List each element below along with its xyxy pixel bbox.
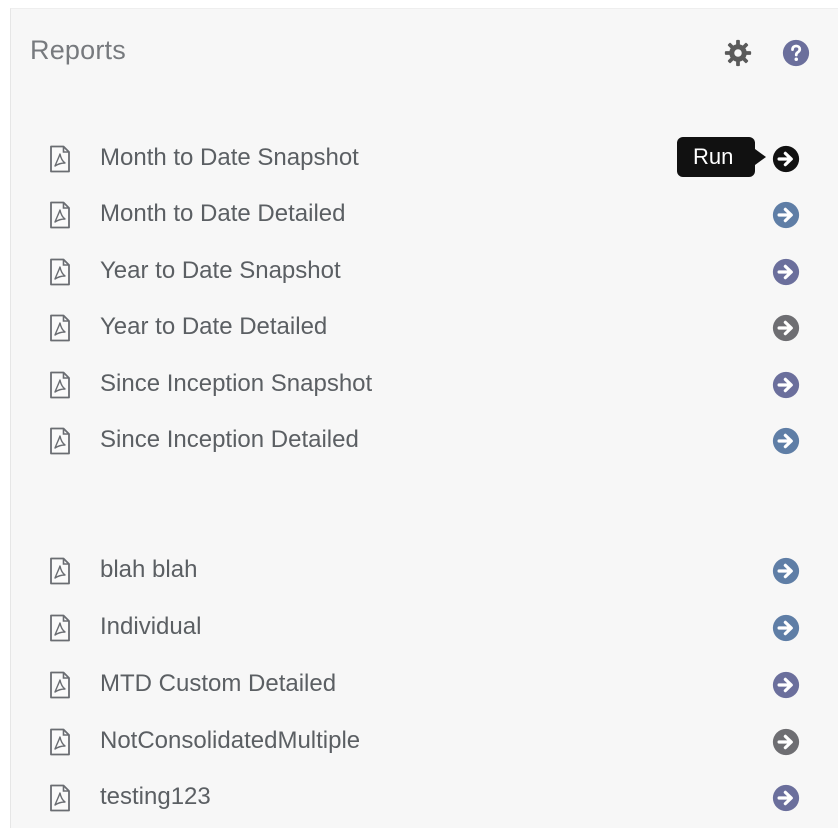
- pdf-document-icon: [48, 371, 72, 399]
- report-label[interactable]: Year to Date Snapshot: [100, 257, 341, 285]
- run-arrow-icon[interactable]: [771, 313, 801, 343]
- report-label[interactable]: MTD Custom Detailed: [100, 670, 336, 698]
- pdf-document-icon: [48, 614, 72, 642]
- run-arrow-icon[interactable]: [771, 727, 801, 757]
- pdf-document-icon: [48, 314, 72, 342]
- report-label[interactable]: Individual: [100, 613, 201, 641]
- run-tooltip: Run: [677, 137, 766, 177]
- report-row[interactable]: Since Inception Detailed: [11, 419, 838, 463]
- report-label[interactable]: Since Inception Snapshot: [100, 370, 372, 398]
- run-arrow-icon[interactable]: [771, 257, 801, 287]
- gear-icon[interactable]: [723, 38, 753, 68]
- run-arrow-icon[interactable]: [771, 144, 801, 174]
- help-icon[interactable]: [781, 38, 811, 68]
- report-row[interactable]: Since Inception Snapshot: [11, 363, 838, 407]
- report-label[interactable]: Since Inception Detailed: [100, 426, 359, 454]
- pdf-document-icon: [48, 671, 72, 699]
- pdf-document-icon: [48, 728, 72, 756]
- pdf-document-icon: [48, 258, 72, 286]
- run-arrow-icon[interactable]: [771, 370, 801, 400]
- report-label[interactable]: Month to Date Detailed: [100, 200, 345, 228]
- report-row[interactable]: MTD Custom Detailed: [11, 663, 838, 707]
- report-row[interactable]: Month to Date Detailed: [11, 193, 838, 237]
- pdf-document-icon: [48, 201, 72, 229]
- pdf-document-icon: [48, 145, 72, 173]
- report-row[interactable]: blah blah: [11, 549, 838, 593]
- run-arrow-icon[interactable]: [771, 426, 801, 456]
- reports-panel: Reports Month to Date Snapshot Run Month t…: [10, 8, 838, 828]
- report-row[interactable]: testing123: [11, 776, 838, 820]
- panel-title: Reports: [30, 35, 126, 65]
- report-row[interactable]: NotConsolidatedMultiple: [11, 720, 838, 764]
- run-arrow-icon[interactable]: [771, 200, 801, 230]
- report-row[interactable]: Year to Date Detailed: [11, 306, 838, 350]
- pdf-document-icon: [48, 784, 72, 812]
- run-arrow-icon[interactable]: [771, 670, 801, 700]
- report-label[interactable]: Year to Date Detailed: [100, 313, 327, 341]
- run-arrow-icon[interactable]: [771, 783, 801, 813]
- pdf-document-icon: [48, 557, 72, 585]
- report-label[interactable]: Month to Date Snapshot: [100, 144, 359, 172]
- pdf-document-icon: [48, 427, 72, 455]
- report-label[interactable]: testing123: [100, 783, 211, 811]
- report-label[interactable]: NotConsolidatedMultiple: [100, 727, 360, 755]
- run-arrow-icon[interactable]: [771, 613, 801, 643]
- report-row[interactable]: Individual: [11, 606, 838, 650]
- run-arrow-icon[interactable]: [771, 556, 801, 586]
- report-label[interactable]: blah blah: [100, 556, 197, 584]
- report-row[interactable]: Month to Date Snapshot Run: [11, 137, 838, 181]
- report-row[interactable]: Year to Date Snapshot: [11, 250, 838, 294]
